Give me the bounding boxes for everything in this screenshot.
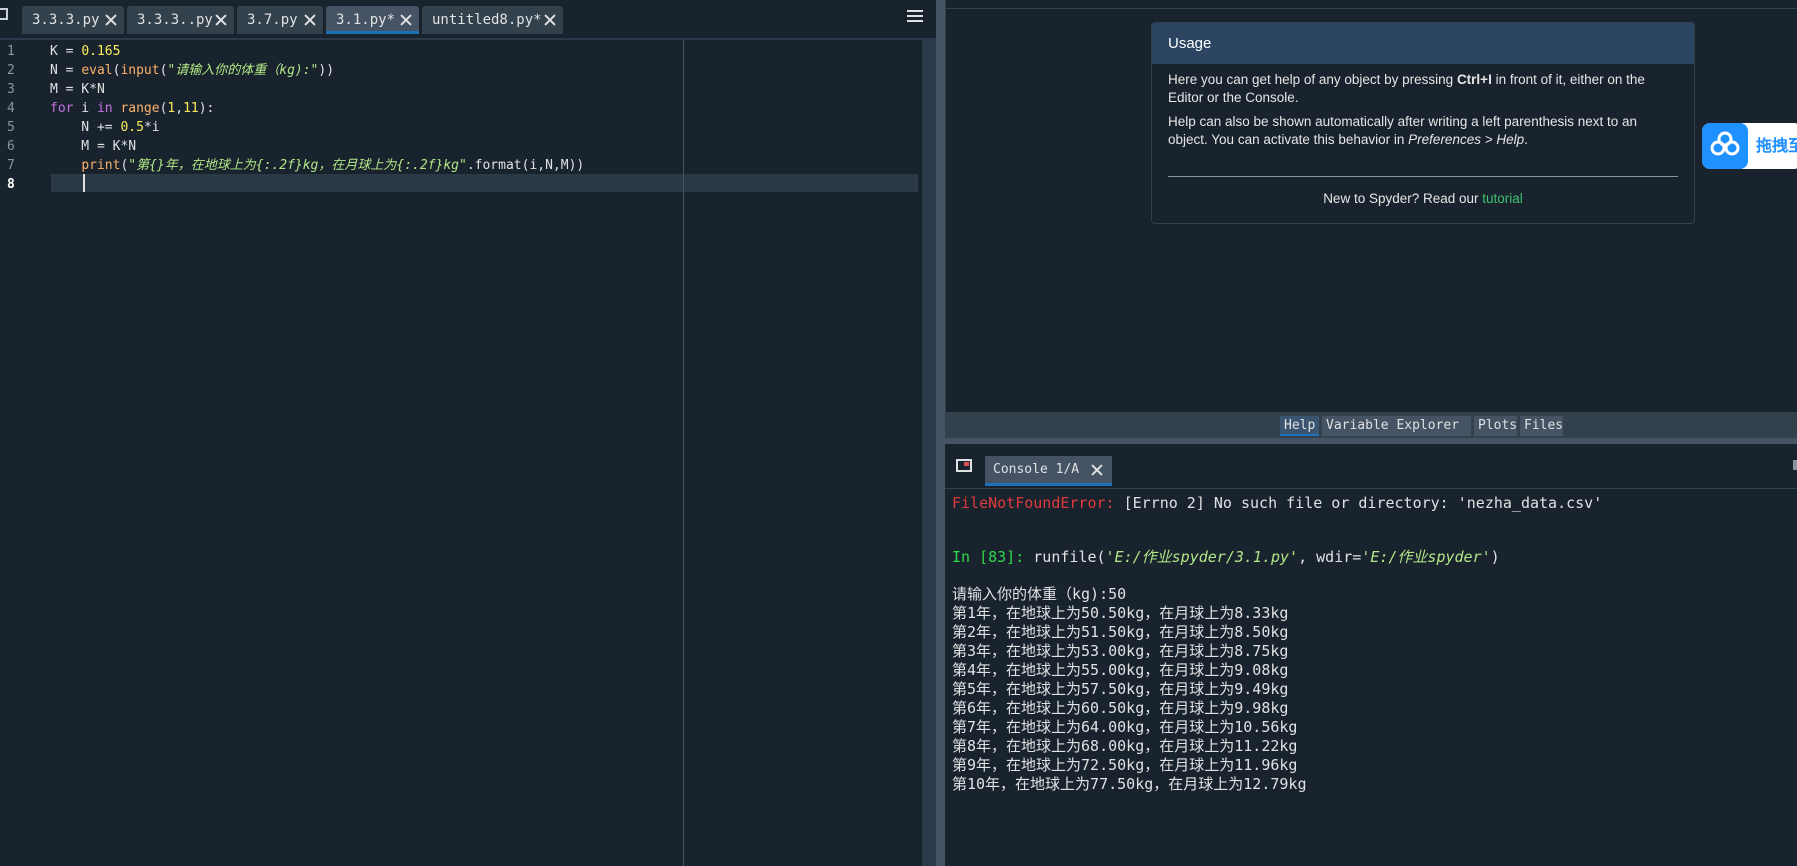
usage-footer: New to Spyder? Read our tutorial [1323,191,1523,206]
output-line: 第3年，在地球上为53.00kg，在月球上为8.75kg [952,642,1289,660]
editor-tab-label: 3.1.py* [336,12,396,28]
code-line-6: M = K*N [50,139,137,154]
close-icon[interactable] [104,13,118,27]
close-icon[interactable] [1090,463,1104,477]
close-icon[interactable] [543,13,557,27]
console-options-icon[interactable] [1793,460,1797,470]
divider [946,8,1797,9]
code-line-3: M = K*N [50,82,105,97]
output-line: 第6年，在地球上为60.50kg，在月球上为9.98kg [952,699,1289,717]
code-editor[interactable]: K = 0.165 N = eval(input("请输入你的体重（kg):")… [47,40,922,866]
help-pane: Usage Here you can get help of any objec… [945,0,1797,438]
divider [1168,176,1678,177]
code-line-4: for i in range(1,11): [50,101,215,116]
line-number: 7 [7,158,15,173]
input-echo-line: 请输入你的体重（kg):50 [952,585,1127,603]
editor-tab-active[interactable]: 3.1.py* [326,6,419,34]
console-window-icon[interactable] [956,459,972,472]
editor-window-icon[interactable] [0,8,8,20]
output-line: 第4年，在地球上为55.00kg，在月球上为9.08kg [952,661,1289,679]
line-number: 4 [7,101,15,116]
editor-tab[interactable]: 3.7.py [237,6,323,34]
code-line-2: N = eval(input("请输入你的体重（kg):")) [50,63,335,78]
usage-paragraph-2: Help can also be shown automatically aft… [1168,114,1638,147]
code-line-5: N += 0.5*i [50,120,160,135]
usage-title: Usage [1152,23,1694,64]
usage-paragraph-1: Here you can get help of any object by p… [1168,72,1645,105]
editor-tab[interactable]: 3.3.3.py [22,6,124,34]
error-line: FileNotFoundError: [Errno 2] No such fil… [952,494,1603,512]
editor-scrollbar[interactable] [922,40,936,866]
usage-card: Usage Here you can get help of any objec… [1151,22,1695,224]
close-icon[interactable] [214,13,228,27]
editor-tab-label: untitled8.py* [432,12,542,28]
editor-tab[interactable]: 3.3.3..py [127,6,234,34]
console-tab[interactable]: Console 1/A [985,456,1112,486]
code-line-1: K = 0.165 [50,44,121,59]
output-line: 第1年，在地球上为50.50kg，在月球上为8.33kg [952,604,1289,622]
line-number: 3 [7,82,15,97]
current-line-highlight [51,174,918,192]
close-icon[interactable] [303,13,317,27]
line-number-gutter: 1 2 3 4 5 6 7 8 [0,40,47,866]
edge-line [683,40,684,866]
output-line: 第5年，在地球上为57.50kg，在月球上为9.49kg [952,680,1289,698]
console-pane: Console 1/A FileNotFoundError: [Errno 2]… [945,444,1797,866]
editor-tab-label: 3.3.3.py [32,12,100,28]
output-line: 第2年，在地球上为51.50kg，在月球上为8.50kg [952,623,1289,641]
editor-pane: 3.3.3.py 3.3.3..py 3.7.py 3.1.py* untitl… [0,0,936,866]
close-icon[interactable] [399,13,413,27]
line-number-current: 8 [7,177,15,192]
tab-help[interactable]: Help [1280,416,1319,436]
tab-files[interactable]: Files [1520,416,1563,436]
editor-tab[interactable]: untitled8.py* [422,6,563,34]
editor-tab-label: 3.3.3..py [137,12,213,28]
line-number: 1 [7,44,15,59]
hamburger-menu-icon[interactable] [907,10,923,24]
code-line-7: print("第{}年，在地球上为{:.2f}kg，在月球上为{:.2f}kg"… [81,158,585,173]
tutorial-link[interactable]: tutorial [1482,191,1523,206]
output-line: 第10年，在地球上为77.50kg，在月球上为12.79kg [952,775,1307,793]
output-line: 第7年，在地球上为64.00kg，在月球上为10.56kg [952,718,1298,736]
text-cursor [83,174,85,192]
baidu-badge-label: 拖拽至 [1756,136,1797,155]
editor-tab-bar: 3.3.3.py 3.3.3..py 3.7.py 3.1.py* untitl… [0,0,936,40]
baidu-netdisk-badge[interactable]: 拖拽至 [1702,123,1797,169]
console-tab-label: Console 1/A [993,462,1080,477]
divider [945,488,1797,489]
tab-plots[interactable]: Plots [1474,416,1517,436]
output-line: 第9年，在地球上为72.50kg，在月球上为11.96kg [952,756,1298,774]
line-number: 5 [7,120,15,135]
line-number: 6 [7,139,15,154]
output-line: 第8年，在地球上为68.00kg，在月球上为11.22kg [952,737,1298,755]
tab-variable-explorer[interactable]: Variable Explorer [1322,416,1471,436]
help-tab-bar: Help Variable Explorer Plots Files [946,412,1797,438]
cloud-icon [1702,123,1748,169]
editor-tab-label: 3.7.py [247,12,298,28]
command-line: In [83]: runfile('E:/作业spyder/3.1.py', w… [952,548,1500,566]
line-number: 2 [7,63,15,78]
pane-splitter[interactable] [936,0,945,866]
